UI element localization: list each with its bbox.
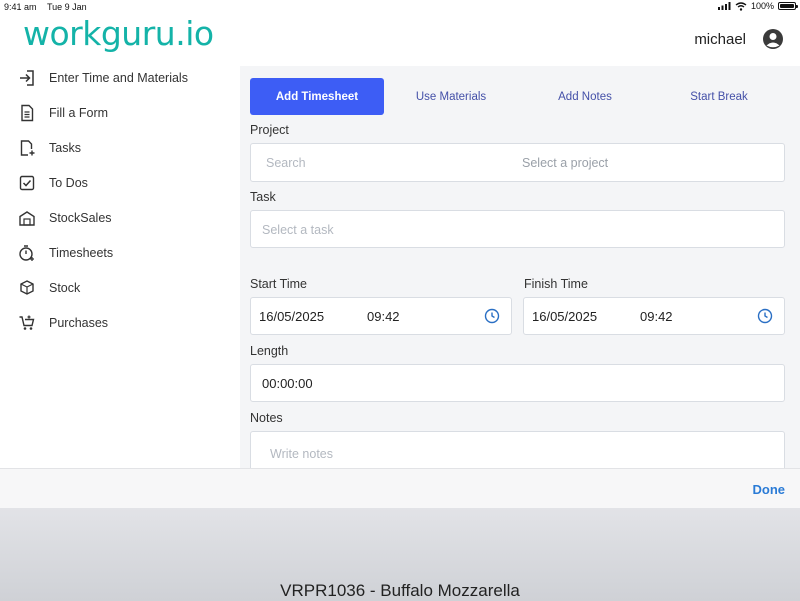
user-name[interactable]: michael	[694, 31, 746, 48]
length-label: Length	[250, 344, 289, 358]
start-time-field[interactable]: 16/05/2025 09:42	[250, 297, 512, 335]
sidebar-item-label: Stock	[49, 281, 81, 295]
sidebar-item-fill-form[interactable]: Fill a Form	[18, 101, 108, 125]
sidebar-item-stocksales[interactable]: StockSales	[18, 206, 112, 230]
project-label: Project	[250, 123, 289, 137]
sidebar-item-label: StockSales	[49, 211, 112, 225]
tab-add-notes[interactable]: Add Notes	[518, 78, 652, 115]
battery-percent: 100%	[750, 1, 774, 11]
sidebar-item-label: Tasks	[49, 141, 81, 155]
status-time: 9:41 am	[4, 2, 37, 12]
done-button[interactable]: Done	[753, 482, 786, 497]
status-right: 100%	[717, 1, 798, 11]
task-placeholder: Select a task	[262, 223, 334, 237]
notes-placeholder: Write notes	[270, 447, 333, 461]
store-icon	[18, 209, 36, 227]
keyboard-suggestion[interactable]: VRPR1036 - Buffalo Mozzarella	[0, 581, 800, 601]
sidebar-item-label: Fill a Form	[49, 106, 109, 120]
sidebar-item-stock[interactable]: Stock	[18, 276, 80, 300]
finish-date-value: 16/05/2025	[532, 309, 598, 324]
start-time-value: 09:42	[367, 309, 400, 324]
avatar-icon[interactable]	[762, 28, 784, 50]
cart-icon	[18, 314, 36, 332]
keyboard-suggestion-bar: VRPR1036 - Buffalo Mozzarella	[0, 508, 800, 601]
checkbox-icon	[18, 174, 36, 192]
sidebar-item-timesheets[interactable]: Timesheets	[18, 241, 113, 265]
box-icon	[18, 279, 36, 297]
sidebar-item-label: Purchases	[49, 316, 109, 330]
status-date: Tue 9 Jan	[47, 2, 87, 12]
clock-icon[interactable]	[757, 308, 773, 324]
sidebar-item-tasks[interactable]: Tasks	[18, 136, 81, 160]
app-logo: workguru.io	[23, 14, 214, 53]
tab-add-timesheet[interactable]: Add Timesheet	[250, 78, 384, 115]
sidebar-item-label: Timesheets	[49, 246, 114, 260]
keyboard-toolbar: Done	[0, 468, 800, 508]
main-content: Add Timesheet Use Materials Add Notes St…	[240, 66, 800, 491]
start-date-value: 16/05/2025	[259, 309, 325, 324]
project-search-placeholder[interactable]: Search	[266, 156, 306, 170]
status-bar: 9:41 am Tue 9 Jan 100%	[0, 0, 800, 14]
task-label: Task	[250, 190, 276, 204]
sidebar: Enter Time and Materials Fill a Form Tas…	[0, 66, 240, 468]
length-field[interactable]: 00:00:00	[250, 364, 785, 402]
notes-label: Notes	[250, 411, 283, 425]
project-select[interactable]: Search Select a project	[250, 143, 785, 182]
finish-time-label: Finish Time	[524, 277, 588, 291]
tab-start-break[interactable]: Start Break	[652, 78, 786, 115]
sidebar-item-purchases[interactable]: Purchases	[18, 311, 108, 335]
start-time-label: Start Time	[250, 277, 307, 291]
sidebar-item-label: To Dos	[49, 176, 88, 190]
document-icon	[18, 104, 36, 122]
finish-time-value: 09:42	[640, 309, 673, 324]
sidebar-item-todos[interactable]: To Dos	[18, 171, 88, 195]
sidebar-item-enter-time[interactable]: Enter Time and Materials	[18, 66, 188, 90]
battery-fill	[780, 4, 794, 8]
battery-icon	[778, 2, 798, 10]
clock-icon[interactable]	[484, 308, 500, 324]
sidebar-item-label: Enter Time and Materials	[49, 71, 188, 85]
wifi-icon	[735, 1, 747, 11]
tab-use-materials[interactable]: Use Materials	[384, 78, 518, 115]
task-select[interactable]: Select a task	[250, 210, 785, 248]
project-select-placeholder: Select a project	[522, 156, 609, 170]
task-add-icon	[18, 139, 36, 157]
tab-bar: Add Timesheet Use Materials Add Notes St…	[250, 78, 785, 115]
signal-icon	[717, 2, 731, 10]
app-header: workguru.io michael	[0, 14, 800, 66]
finish-time-field[interactable]: 16/05/2025 09:42	[523, 297, 785, 335]
stopwatch-icon	[18, 244, 36, 262]
length-value: 00:00:00	[262, 376, 313, 391]
enter-icon	[18, 69, 36, 87]
